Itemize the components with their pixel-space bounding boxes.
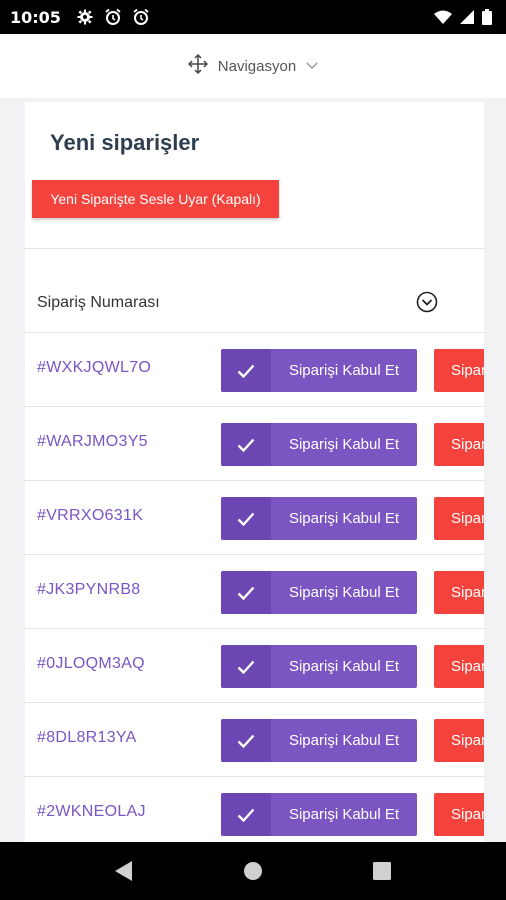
accept-order-button[interactable]: Siparişi Kabul Et (221, 497, 417, 540)
accept-order-label: Siparişi Kabul Et (288, 806, 400, 823)
table-row: #2WKNEOLAJ Siparişi Kabul Et Sipariş (25, 776, 484, 842)
order-number-link[interactable]: #WXKJQWL7O (37, 359, 151, 377)
check-icon (221, 423, 271, 466)
gear-icon (75, 7, 95, 27)
status-bar: 10:05 (0, 0, 506, 34)
accept-order-label: Siparişi Kabul Et (288, 584, 400, 601)
reject-order-button[interactable]: Sipariş (434, 645, 484, 688)
battery-icon (482, 9, 492, 25)
move-icon (187, 53, 208, 79)
wifi-icon (434, 10, 452, 24)
new-orders-card: Yeni siparişler Yeni Siparişte Sesle Uya… (25, 102, 484, 842)
accept-order-button[interactable]: Siparişi Kabul Et (221, 423, 417, 466)
alarm-icon (131, 7, 151, 27)
order-number-link[interactable]: #WARJMO3Y5 (37, 433, 148, 451)
accept-order-label: Siparişi Kabul Et (288, 436, 400, 453)
order-number-link[interactable]: #0JLOQM3AQ (37, 655, 145, 673)
accept-order-label: Siparişi Kabul Et (288, 732, 400, 749)
accept-order-button[interactable]: Siparişi Kabul Et (221, 571, 417, 614)
check-icon (221, 571, 271, 614)
check-icon (221, 719, 271, 762)
navigation-label: Navigasyon (217, 57, 297, 75)
order-number-link[interactable]: #8DL8R13YA (37, 729, 137, 747)
check-icon (221, 793, 271, 836)
table-row: #8DL8R13YA Siparişi Kabul Et Sipariş (25, 702, 484, 776)
accept-order-button[interactable]: Siparişi Kabul Et (221, 645, 417, 688)
table-header: Sipariş Numarası (25, 272, 484, 332)
reject-order-button[interactable]: Sipariş (434, 423, 484, 466)
accept-order-button[interactable]: Siparişi Kabul Et (221, 719, 417, 762)
check-icon (221, 645, 271, 688)
check-icon (221, 349, 271, 392)
accept-order-label: Siparişi Kabul Et (288, 362, 400, 379)
page-title: Yeni siparişler (50, 130, 200, 155)
recents-icon[interactable] (362, 851, 402, 891)
accept-order-label: Siparişi Kabul Et (288, 658, 400, 675)
alarm-icon (103, 7, 123, 27)
navigation-dropdown[interactable]: Navigasyon (0, 34, 506, 98)
column-header-order-number: Sipariş Numarası (37, 294, 160, 311)
accept-order-label: Siparişi Kabul Et (288, 510, 400, 527)
reject-order-button[interactable]: Sipariş (434, 571, 484, 614)
chevron-down-icon (306, 57, 318, 75)
reject-order-button[interactable]: Sipariş (434, 719, 484, 762)
reject-order-button[interactable]: Sipariş (434, 349, 484, 392)
table-row: #WXKJQWL7O Siparişi Kabul Et Sipariş (25, 332, 484, 406)
home-icon[interactable] (233, 851, 273, 891)
table-row: #0JLOQM3AQ Siparişi Kabul Et Sipariş (25, 628, 484, 702)
order-number-link[interactable]: #JK3PYNRB8 (37, 581, 141, 599)
table-row: #WARJMO3Y5 Siparişi Kabul Et Sipariş (25, 406, 484, 480)
sound-alert-toggle-button[interactable]: Yeni Siparişte Sesle Uyar (Kapalı) (32, 180, 279, 218)
order-number-link[interactable]: #2WKNEOLAJ (37, 803, 146, 821)
table-row: #JK3PYNRB8 Siparişi Kabul Et Sipariş (25, 554, 484, 628)
back-icon[interactable] (104, 851, 144, 891)
order-number-link[interactable]: #VRRXO631K (37, 507, 143, 525)
accept-order-button[interactable]: Siparişi Kabul Et (221, 793, 417, 836)
divider (25, 248, 484, 249)
status-time: 10:05 (10, 7, 61, 27)
table-row: #VRRXO631K Siparişi Kabul Et Sipariş (25, 480, 484, 554)
reject-order-button[interactable]: Sipariş (434, 497, 484, 540)
reject-order-button[interactable]: Sipariş (434, 793, 484, 836)
chevron-down-circle-icon[interactable] (416, 291, 438, 313)
status-left: 10:05 (10, 7, 151, 27)
accept-order-button[interactable]: Siparişi Kabul Et (221, 349, 417, 392)
check-icon (221, 497, 271, 540)
system-navigation-bar (0, 842, 506, 900)
status-right (434, 9, 492, 25)
signal-icon (460, 10, 474, 24)
